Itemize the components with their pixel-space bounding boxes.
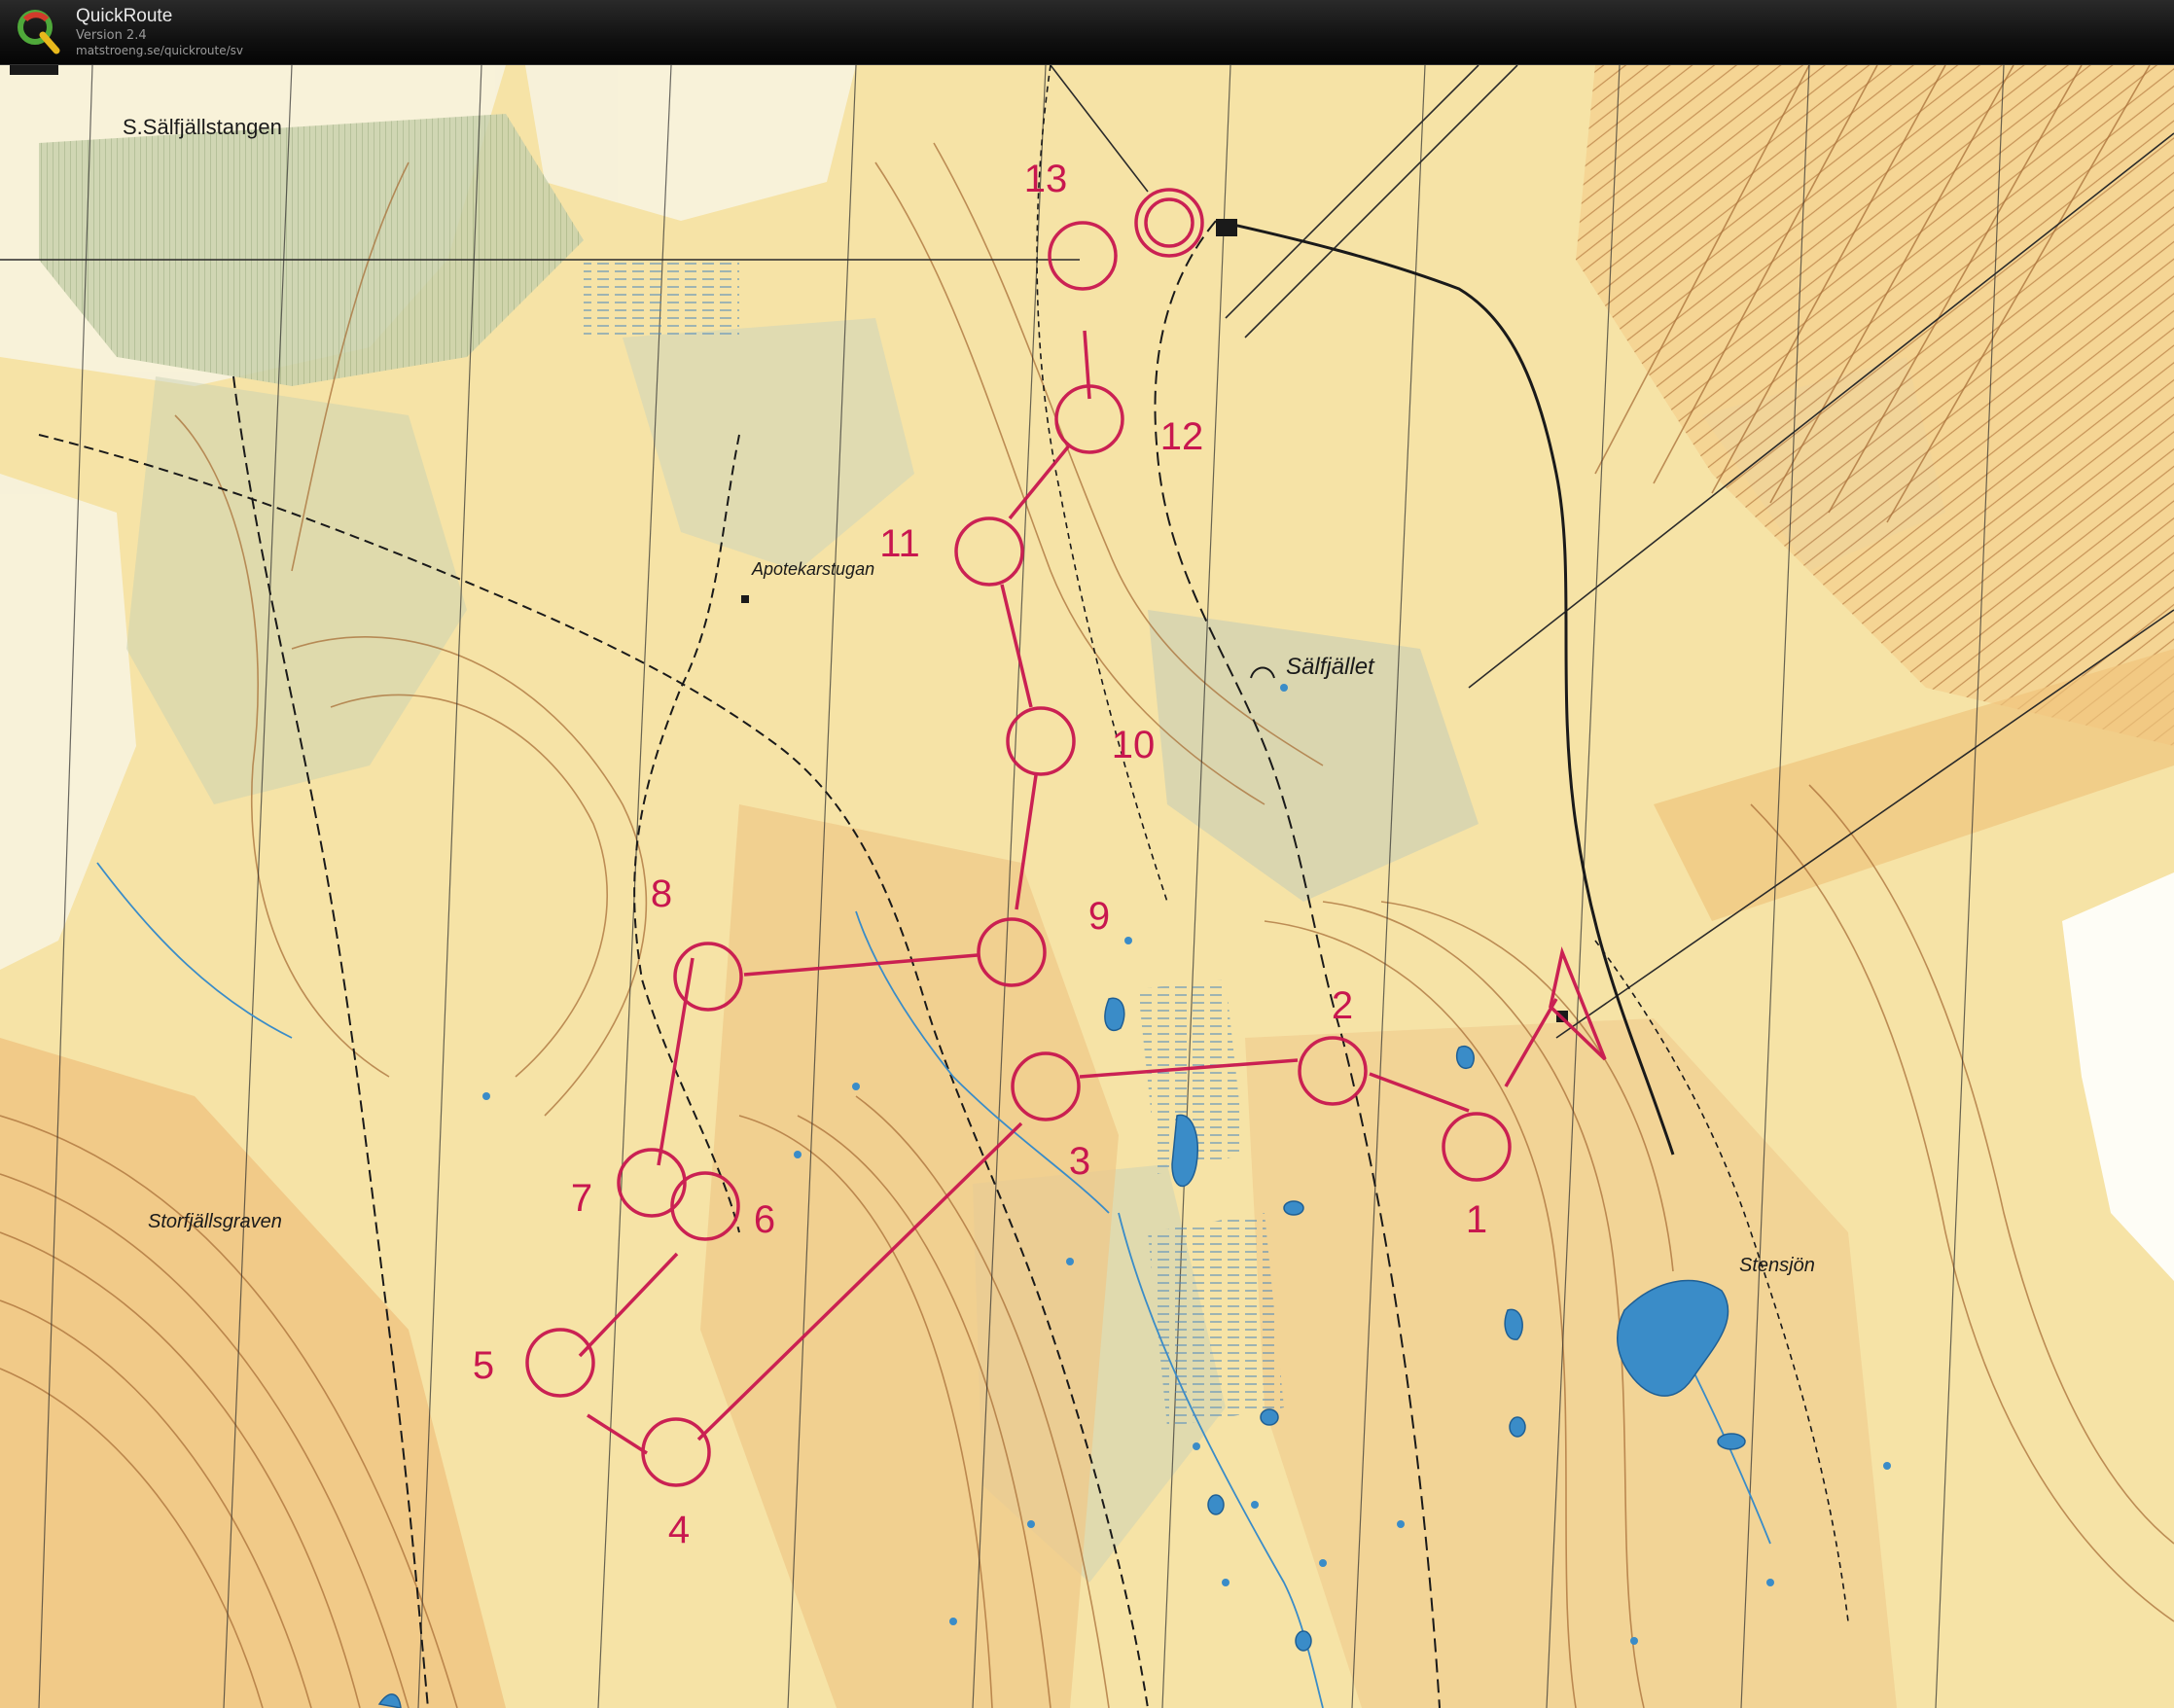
control-number-6: 6 — [754, 1198, 775, 1241]
control-number-13: 13 — [1024, 158, 1068, 200]
app-title: QuickRoute — [76, 6, 173, 26]
quickroute-logo-icon — [18, 10, 60, 54]
control-number-2: 2 — [1332, 984, 1353, 1027]
control-number-11: 11 — [879, 522, 920, 565]
place-name-stensjon: Stensjön — [1739, 1255, 1815, 1276]
control-number-12: 12 — [1160, 415, 1204, 458]
orienteering-map[interactable]: 1 2 3 4 5 6 7 8 9 10 11 12 13 S.Sälfjäll… — [0, 65, 2174, 1708]
app-url[interactable]: matstroeng.se/quickroute/sv — [76, 44, 243, 57]
place-name-salfjallet: Sälfjället — [1286, 654, 1375, 680]
control-number-10: 10 — [1112, 724, 1156, 766]
control-number-7: 7 — [571, 1177, 592, 1220]
control-number-3: 3 — [1069, 1140, 1090, 1183]
control-number-5: 5 — [473, 1344, 494, 1387]
control-number-9: 9 — [1088, 895, 1110, 938]
app-header: QuickRoute Version 2.4 matstroeng.se/qui… — [0, 0, 2174, 65]
place-name-storfjallsgraven: Storfjällsgraven — [148, 1211, 282, 1232]
control-number-4: 4 — [668, 1509, 690, 1551]
place-name-s-salfjallstangen: S.Sälfjällstangen — [123, 115, 282, 139]
control-number-1: 1 — [1466, 1198, 1487, 1241]
control-number-8: 8 — [651, 872, 672, 915]
app-version: Version 2.4 — [76, 28, 147, 43]
place-name-apotekarstugan: Apotekarstugan — [751, 559, 874, 579]
map-canvas[interactable]: 1 2 3 4 5 6 7 8 9 10 11 12 13 S.Sälfjäll… — [0, 65, 2174, 1708]
